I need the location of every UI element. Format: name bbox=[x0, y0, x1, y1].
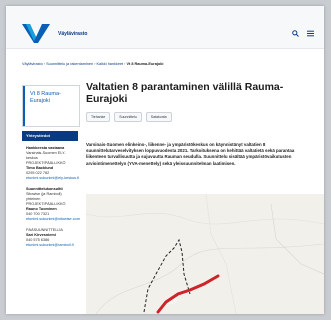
map-canvas: vt 8 bbox=[86, 194, 324, 314]
logo-text[interactable]: Väylävirasto bbox=[58, 31, 87, 37]
page-title: Valtatien 8 parantaminen välillä Rauma-E… bbox=[86, 81, 284, 105]
lead-paragraph: Varsinais-Suomen elinkeino-, liikenne- j… bbox=[86, 142, 295, 166]
sidebar-nav-label: Vt 8 Rauma-Eurajoki bbox=[30, 91, 61, 104]
site-header: Väylävirasto bbox=[6, 6, 324, 49]
tag-road-project[interactable]: Tiehanke bbox=[86, 112, 111, 122]
tag-planning[interactable]: Suunnittelu bbox=[114, 112, 142, 122]
contacts-heading: Yhteystiedot bbox=[22, 131, 78, 141]
contact-email-link[interactable]: etunimi.sukunimi@sitowise.com bbox=[26, 217, 80, 222]
search-icon[interactable] bbox=[292, 30, 299, 39]
breadcrumb-item-home[interactable]: Väylävirasto bbox=[22, 62, 43, 66]
breadcrumb-item-planning[interactable]: Suunnittelu ja rakentaminen bbox=[46, 62, 93, 66]
menu-icon[interactable] bbox=[307, 30, 314, 39]
active-indicator bbox=[23, 86, 25, 126]
tag-region[interactable]: Satakunta bbox=[145, 112, 172, 122]
vaylavirasto-logo-icon[interactable] bbox=[22, 21, 50, 43]
header-icons bbox=[292, 30, 314, 39]
breadcrumb: Väylävirasto › Suunnittelu ja rakentamin… bbox=[22, 62, 164, 66]
breadcrumb-item-projects[interactable]: Kaikki hankkeet bbox=[97, 62, 124, 66]
contact-email-link[interactable]: etunimi.sukunimi@ely-keskus.fi bbox=[26, 176, 80, 181]
contacts-list: Hankkeesta vastaava Varsinais-Suomen ELY… bbox=[26, 146, 80, 248]
contact-email-link[interactable]: etunimi.sukunimi@ramboll.fi bbox=[26, 243, 80, 248]
sidebar-nav-item[interactable]: Vt 8 Rauma-Eurajoki bbox=[22, 85, 80, 127]
breadcrumb-current: Vt 8 Rauma-Eurajoki bbox=[126, 62, 164, 66]
project-map[interactable]: vt 8 bbox=[86, 194, 324, 314]
browser-page: Väylävirasto Väylävirasto › Suunnittelu … bbox=[6, 6, 324, 314]
tag-list: Tiehanke Suunnittelu Satakunta bbox=[86, 112, 172, 122]
